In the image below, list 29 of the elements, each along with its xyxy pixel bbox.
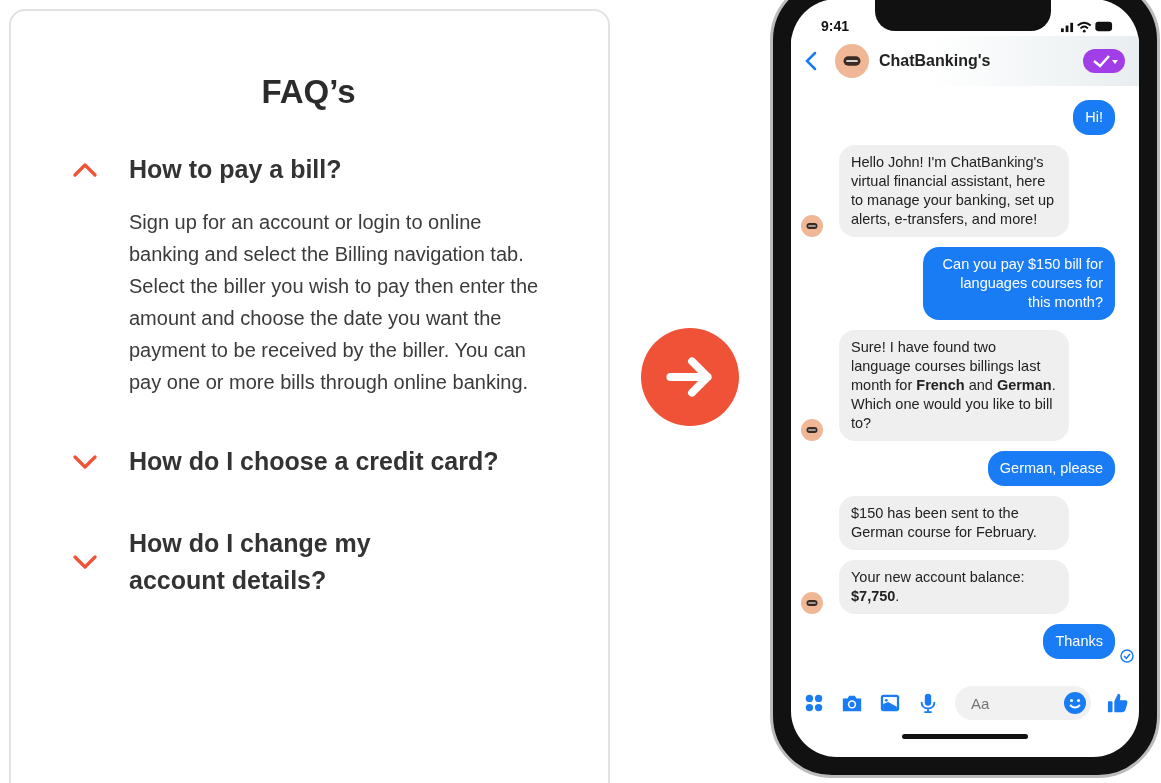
faq-title: FAQ’s [260,73,357,111]
message-bubble: Sure! I have found two language courses billings last month for French and German. Which one would you like to bill to? [839,330,1069,441]
message-bubble: Can you pay $150 bill for languages courses for this month? [923,247,1115,320]
bot-avatar-icon [835,44,869,78]
faq-question[interactable]: How to pay a bill? [129,151,342,188]
apps-icon[interactable] [803,692,825,714]
message-bubble: Thanks [1043,624,1115,659]
chevron-icon[interactable] [73,162,97,177]
chevron-icon[interactable] [73,555,97,569]
message-bubble: Hi! [1073,100,1115,135]
faq-question[interactable]: How do I choose a credit card? [129,443,499,480]
message-bubble: Hello John! I'm ChatBanking's virtual financial assistant, here to manage your banking, set up alerts, e-transfers, and more! [839,145,1069,237]
message-bubble: German, please [987,451,1115,486]
check-badge-icon[interactable] [1083,49,1125,73]
faq-answer: Sign up for an account or login to online banking and select the Billing navigation tab. Select the biller you wish to pay then enter the amount and choose the date you want the payment to be received by the biller. You can pay one or more bills through online banking. [129,210,540,395]
image-icon[interactable] [879,692,901,714]
chat-name: ChatBanking's [879,52,992,70]
status-icons [1061,19,1113,33]
thumbs-up-icon[interactable] [1107,692,1129,714]
message-field[interactable]: Aa [955,686,1091,720]
chevron-icon[interactable] [73,454,97,469]
message-bubble: Your new account balance: $7,750. [839,560,1069,614]
message-input[interactable]: Aa [969,693,1063,713]
faq-question[interactable]: How do I change my account details? [129,525,419,599]
message-bubble: $150 has been sent to the German course for February. [839,496,1069,550]
arrow-right-icon[interactable] [641,328,739,426]
smiley-icon[interactable] [1063,691,1087,715]
back-icon[interactable] [805,51,817,71]
status-time: 9:41 [821,18,850,34]
